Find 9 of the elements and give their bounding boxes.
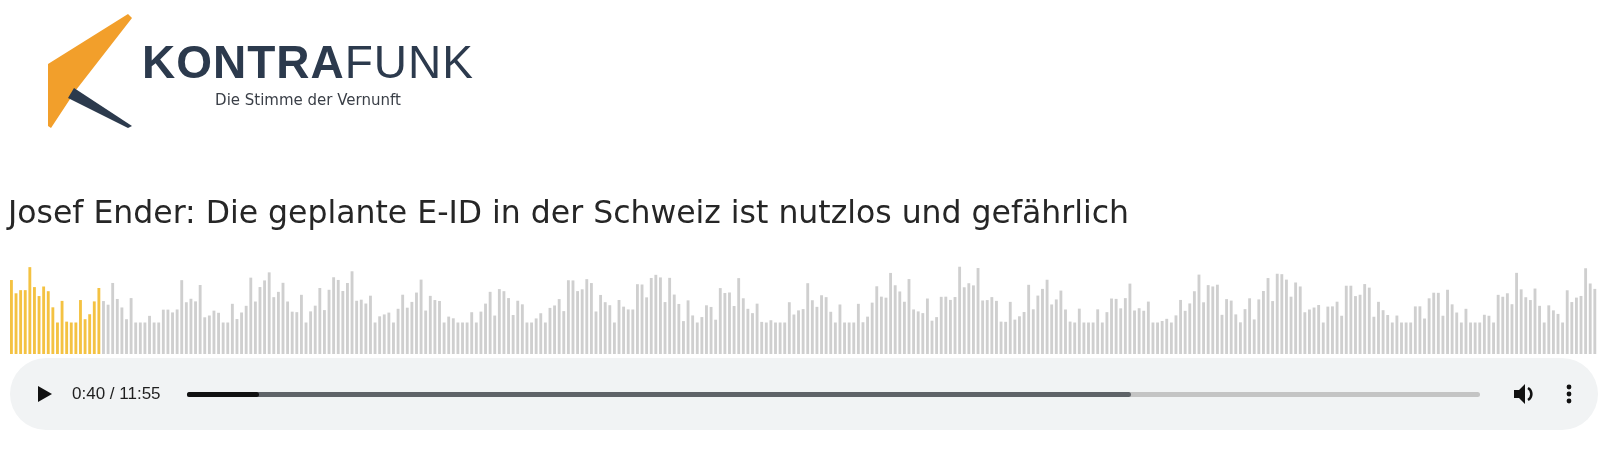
brand-wordmark: KONTRAFUNK — [142, 39, 474, 85]
brand-tagline: Die Stimme der Vernunft — [215, 91, 401, 109]
play-icon[interactable] — [38, 386, 52, 402]
more-options-icon[interactable] — [1566, 384, 1572, 404]
episode-title: Josef Ender: Die geplante E-ID in der Schweiz ist nutzlos und gefährlich — [8, 193, 1131, 232]
logo-icon — [48, 14, 134, 128]
playback-time: 0:40 / 11:55 — [72, 384, 161, 404]
seek-bar[interactable] — [186, 391, 1480, 397]
volume-icon[interactable] — [1514, 384, 1536, 404]
